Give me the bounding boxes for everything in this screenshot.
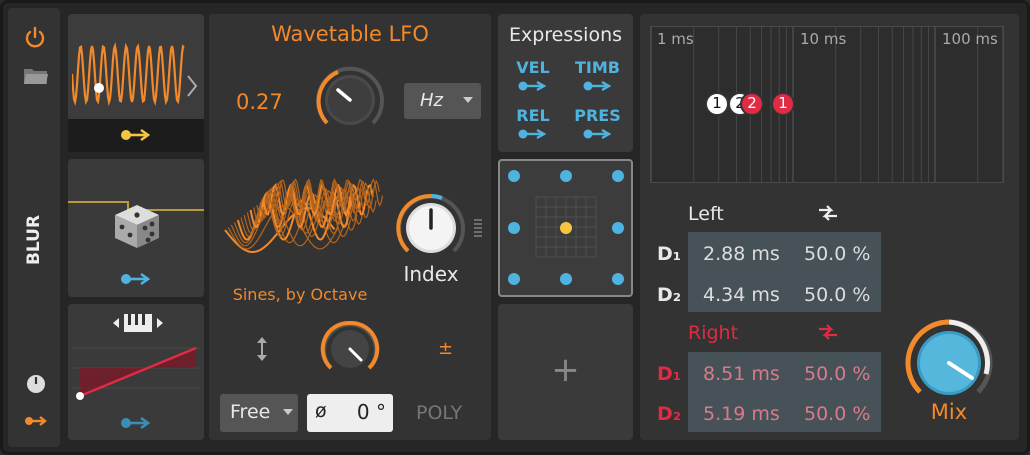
left-d2-label: D₂ [657,284,682,306]
vel-route-icon[interactable] [518,80,548,92]
expression-timb[interactable]: TIMB [570,58,625,77]
modulator-3-route-icon[interactable] [120,416,152,430]
pres-route-icon[interactable] [583,128,613,140]
right-d1-time[interactable]: 8.51 ms [703,363,780,385]
left-d1-label: D₁ [657,243,682,265]
folder-icon[interactable] [23,66,49,86]
modulation-arrow-icon[interactable] [24,414,48,428]
keyboard-icon[interactable] [110,312,166,334]
wavetable-display[interactable] [220,140,390,280]
right-d2-label: D₂ [657,403,682,425]
clock-icon[interactable] [26,374,46,394]
right-channel-label: Right [688,322,739,344]
timeline-grid [651,27,1003,182]
phase-amount-knob[interactable] [319,318,381,380]
rate-unit-label: Hz [420,90,443,111]
xy-pad[interactable] [500,161,631,295]
index-label: Index [403,262,459,286]
left-channel-label: Left [688,203,724,225]
modulator-1-route-icon[interactable] [120,128,152,142]
phase-symbol: ø [315,400,327,422]
swap-icon[interactable] [816,320,840,344]
rate-knob[interactable] [312,62,388,138]
bipolar-toggle[interactable]: ± [438,338,453,359]
device-name: BLUR [24,214,44,266]
rate-value[interactable]: 0.27 [236,90,306,114]
dice-icon [115,205,159,248]
mix-label: Mix [930,400,968,424]
wavetable-name[interactable]: Sines, by Octave [220,285,380,304]
left-d2-time[interactable]: 4.34 ms [703,284,780,306]
phase-value: 0 ° [356,400,386,424]
rel-route-icon[interactable] [518,128,548,140]
expression-pres[interactable]: PRES [570,106,625,125]
chevron-down-icon [283,409,293,415]
right-d2-time[interactable]: 5.19 ms [703,403,780,425]
expressions-title: Expressions [508,24,623,46]
mix-knob[interactable] [902,316,996,410]
power-icon[interactable] [24,26,46,48]
expression-vel[interactable]: VEL [508,58,558,77]
left-d1-time[interactable]: 2.88 ms [703,243,780,265]
left-d1-mix[interactable]: 50.0 % [804,243,870,265]
right-d1-mix[interactable]: 50.0 % [804,363,870,385]
chevron-down-icon [463,97,473,103]
swap-icon[interactable] [816,201,840,225]
mode-label: Free [230,401,271,423]
right-d1-label: D₁ [657,363,682,385]
timb-route-icon[interactable] [583,80,613,92]
left-d2-mix[interactable]: 50.0 % [804,284,870,306]
tick-100ms: 100 ms [942,30,998,48]
vertical-arrows-icon[interactable] [255,336,269,362]
add-button[interactable]: + [498,350,633,390]
lfo-waveform-thumbnail [72,41,198,107]
right-d2-mix[interactable]: 50.0 % [804,403,870,425]
expression-rel[interactable]: REL [508,106,558,125]
modulator-2-route-icon[interactable] [120,272,152,286]
index-knob[interactable] [393,190,469,266]
tick-10ms: 10 ms [800,30,847,48]
key-track-graph [72,346,200,400]
delay-marker-right-1-label: 1 [778,94,788,112]
delay-marker-right-2-label: 2 [747,94,757,112]
index-modulation-meter [474,219,482,237]
delay-marker-left-1-label: 1 [712,94,722,112]
tick-1ms: 1 ms [657,30,694,48]
lfo-title: Wavetable LFO [271,22,429,46]
poly-toggle[interactable]: POLY [416,402,462,424]
